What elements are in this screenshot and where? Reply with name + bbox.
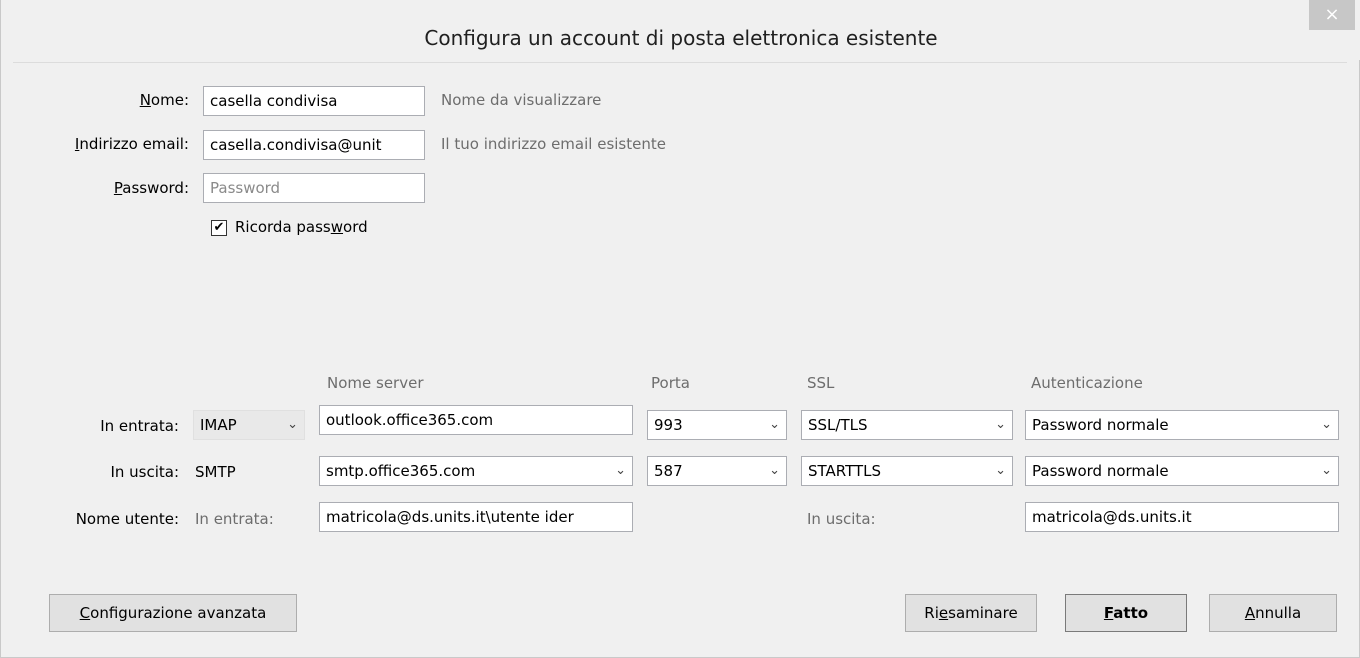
outgoing-port-combo[interactable]: 587 ⌄ [647,456,787,486]
incoming-server-input[interactable]: outlook.office365.com [319,405,633,435]
retest-button[interactable]: Riesaminare [905,594,1037,632]
chevron-down-icon: ⌄ [287,417,298,432]
incoming-protocol-select[interactable]: IMAP ⌄ [193,410,305,440]
remember-password-checkbox[interactable]: ✔ [211,220,227,236]
username-label: Nome utente: [75,510,179,528]
password-label: Password: [113,179,189,197]
username-outgoing-label: In uscita: [807,510,876,528]
name-input[interactable]: casella condivisa [203,86,425,116]
name-hint: Nome da visualizzare [441,91,602,109]
chevron-down-icon: ⌄ [1321,417,1332,432]
chevron-down-icon: ⌄ [615,463,626,478]
incoming-port-combo[interactable]: 993 ⌄ [647,410,787,440]
password-input[interactable]: Password [203,173,425,203]
outgoing-ssl-select[interactable]: STARTTLS ⌄ [801,456,1013,486]
auth-column-header: Autenticazione [1031,374,1143,392]
email-hint: Il tuo indirizzo email esistente [441,135,666,153]
cancel-button[interactable]: Annulla [1209,594,1337,632]
email-input[interactable]: casella.condivisa@unit [203,130,425,160]
incoming-ssl-select[interactable]: SSL/TLS ⌄ [801,410,1013,440]
advanced-config-button[interactable]: Configurazione avanzata [49,594,297,632]
chevron-down-icon: ⌄ [769,417,780,432]
outgoing-label: In uscita: [110,463,179,481]
outgoing-server-combo[interactable]: smtp.office365.com ⌄ [319,456,633,486]
close-button[interactable]: × [1309,0,1355,30]
title-bar: Configura un account di posta elettronic… [1,0,1360,60]
username-incoming-input[interactable]: matricola@ds.units.it\utente ider [319,502,633,532]
email-label: Indirizzo email: [74,135,189,153]
outgoing-auth-select[interactable]: Password normale ⌄ [1025,456,1339,486]
username-outgoing-input[interactable]: matricola@ds.units.it [1025,502,1339,532]
outgoing-protocol: SMTP [195,463,236,481]
chevron-down-icon: ⌄ [995,417,1006,432]
port-column-header: Porta [651,374,690,392]
name-label: Nome: [139,91,189,109]
chevron-down-icon: ⌄ [995,463,1006,478]
incoming-label: In entrata: [100,417,179,435]
username-incoming-label: In entrata: [195,510,274,528]
dialog-title: Configura un account di posta elettronic… [424,26,938,50]
chevron-down-icon: ⌄ [1321,463,1332,478]
remember-password-label[interactable]: Ricorda password [235,218,368,236]
server-column-header: Nome server [327,374,424,392]
checkmark-icon: ✔ [213,220,225,235]
ssl-column-header: SSL [807,374,835,392]
done-button[interactable]: Fatto [1065,594,1187,632]
chevron-down-icon: ⌄ [769,463,780,478]
close-icon: × [1324,4,1340,25]
title-separator [13,62,1347,63]
incoming-auth-select[interactable]: Password normale ⌄ [1025,410,1339,440]
account-setup-dialog: Configura un account di posta elettronic… [0,0,1360,658]
